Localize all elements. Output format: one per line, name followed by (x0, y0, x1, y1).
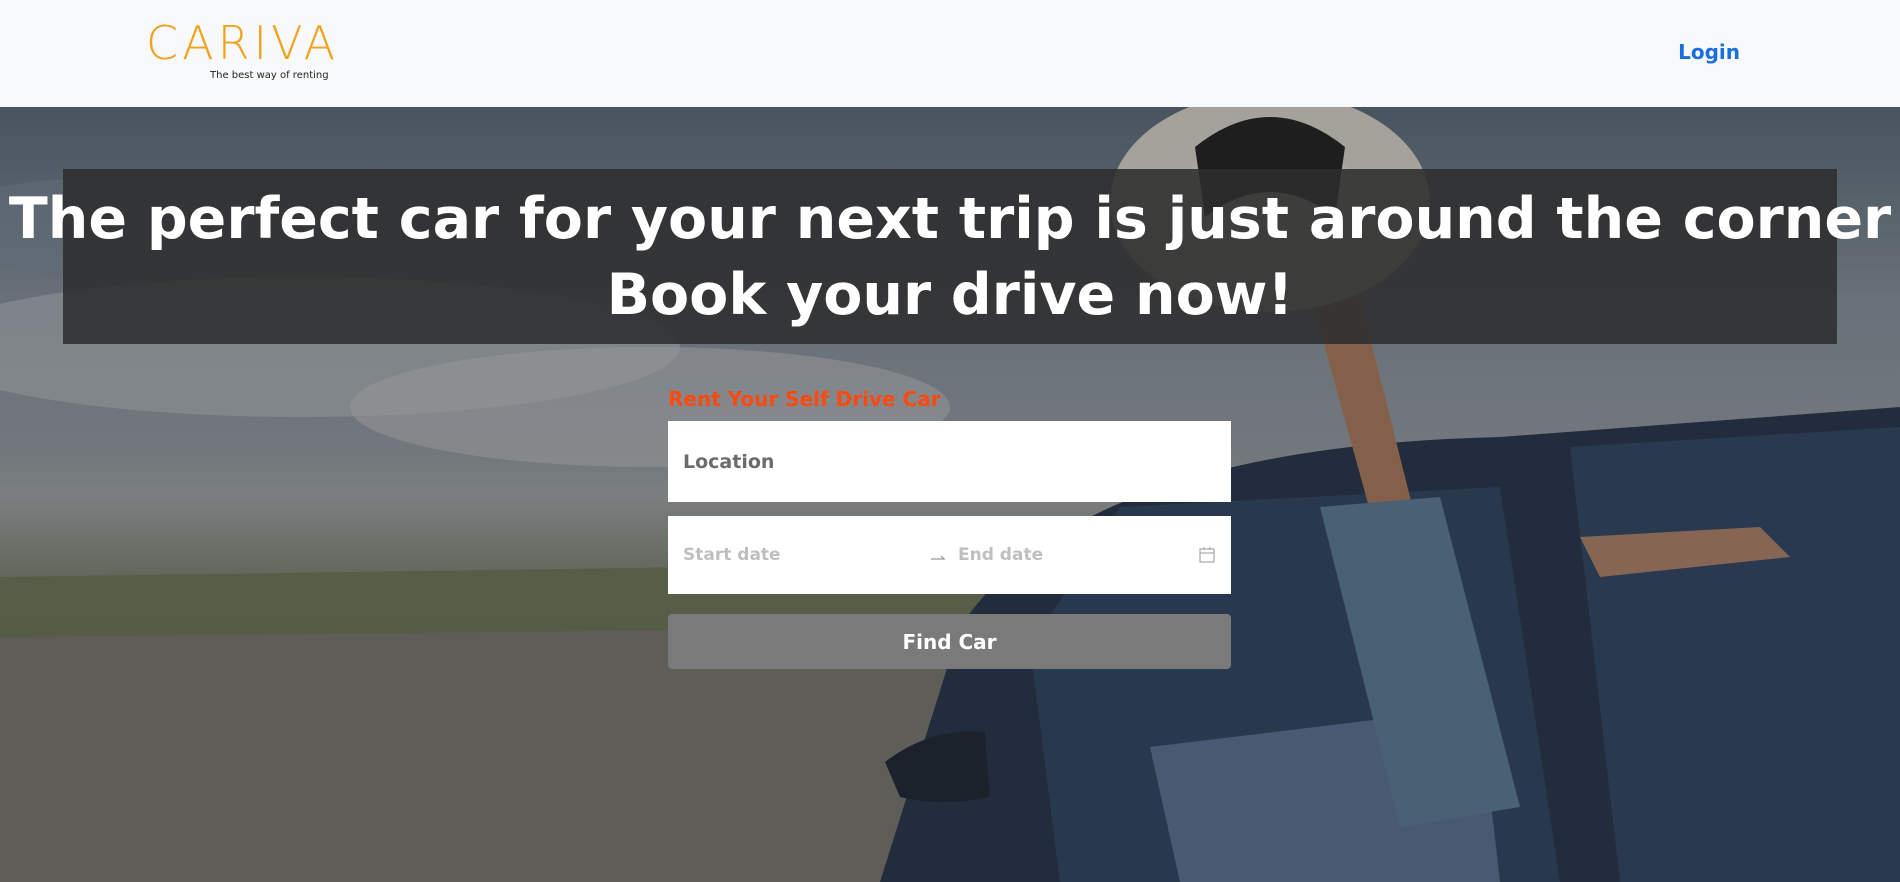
end-date-input[interactable]: End date (958, 516, 1178, 594)
location-input[interactable] (668, 421, 1231, 502)
headline-line-2: Book your drive now! (606, 261, 1294, 328)
car-search-form: Rent Your Self Drive Car Start date End … (668, 385, 1231, 669)
find-car-button[interactable]: Find Car (668, 614, 1231, 669)
search-form-title: Rent Your Self Drive Car (668, 387, 941, 411)
start-date-input[interactable]: Start date (683, 516, 913, 594)
brand-name: CARIVA (146, 16, 340, 70)
hero-section: The perfect car for your next trip is ju… (0, 107, 1900, 882)
swap-right-icon (931, 555, 946, 560)
calendar-icon (1199, 547, 1215, 563)
navbar: CARIVA The best way of renting Login (0, 0, 1900, 107)
login-link[interactable]: Login (1678, 40, 1740, 64)
headline-line-1: The perfect car for your next trip is ju… (8, 185, 1892, 252)
brand-tagline: The best way of renting (210, 70, 329, 81)
brand-logo[interactable]: CARIVA The best way of renting (146, 16, 335, 86)
date-range-picker[interactable]: Start date End date (668, 516, 1231, 594)
headline-banner: The perfect car for your next trip is ju… (9, 169, 1891, 344)
